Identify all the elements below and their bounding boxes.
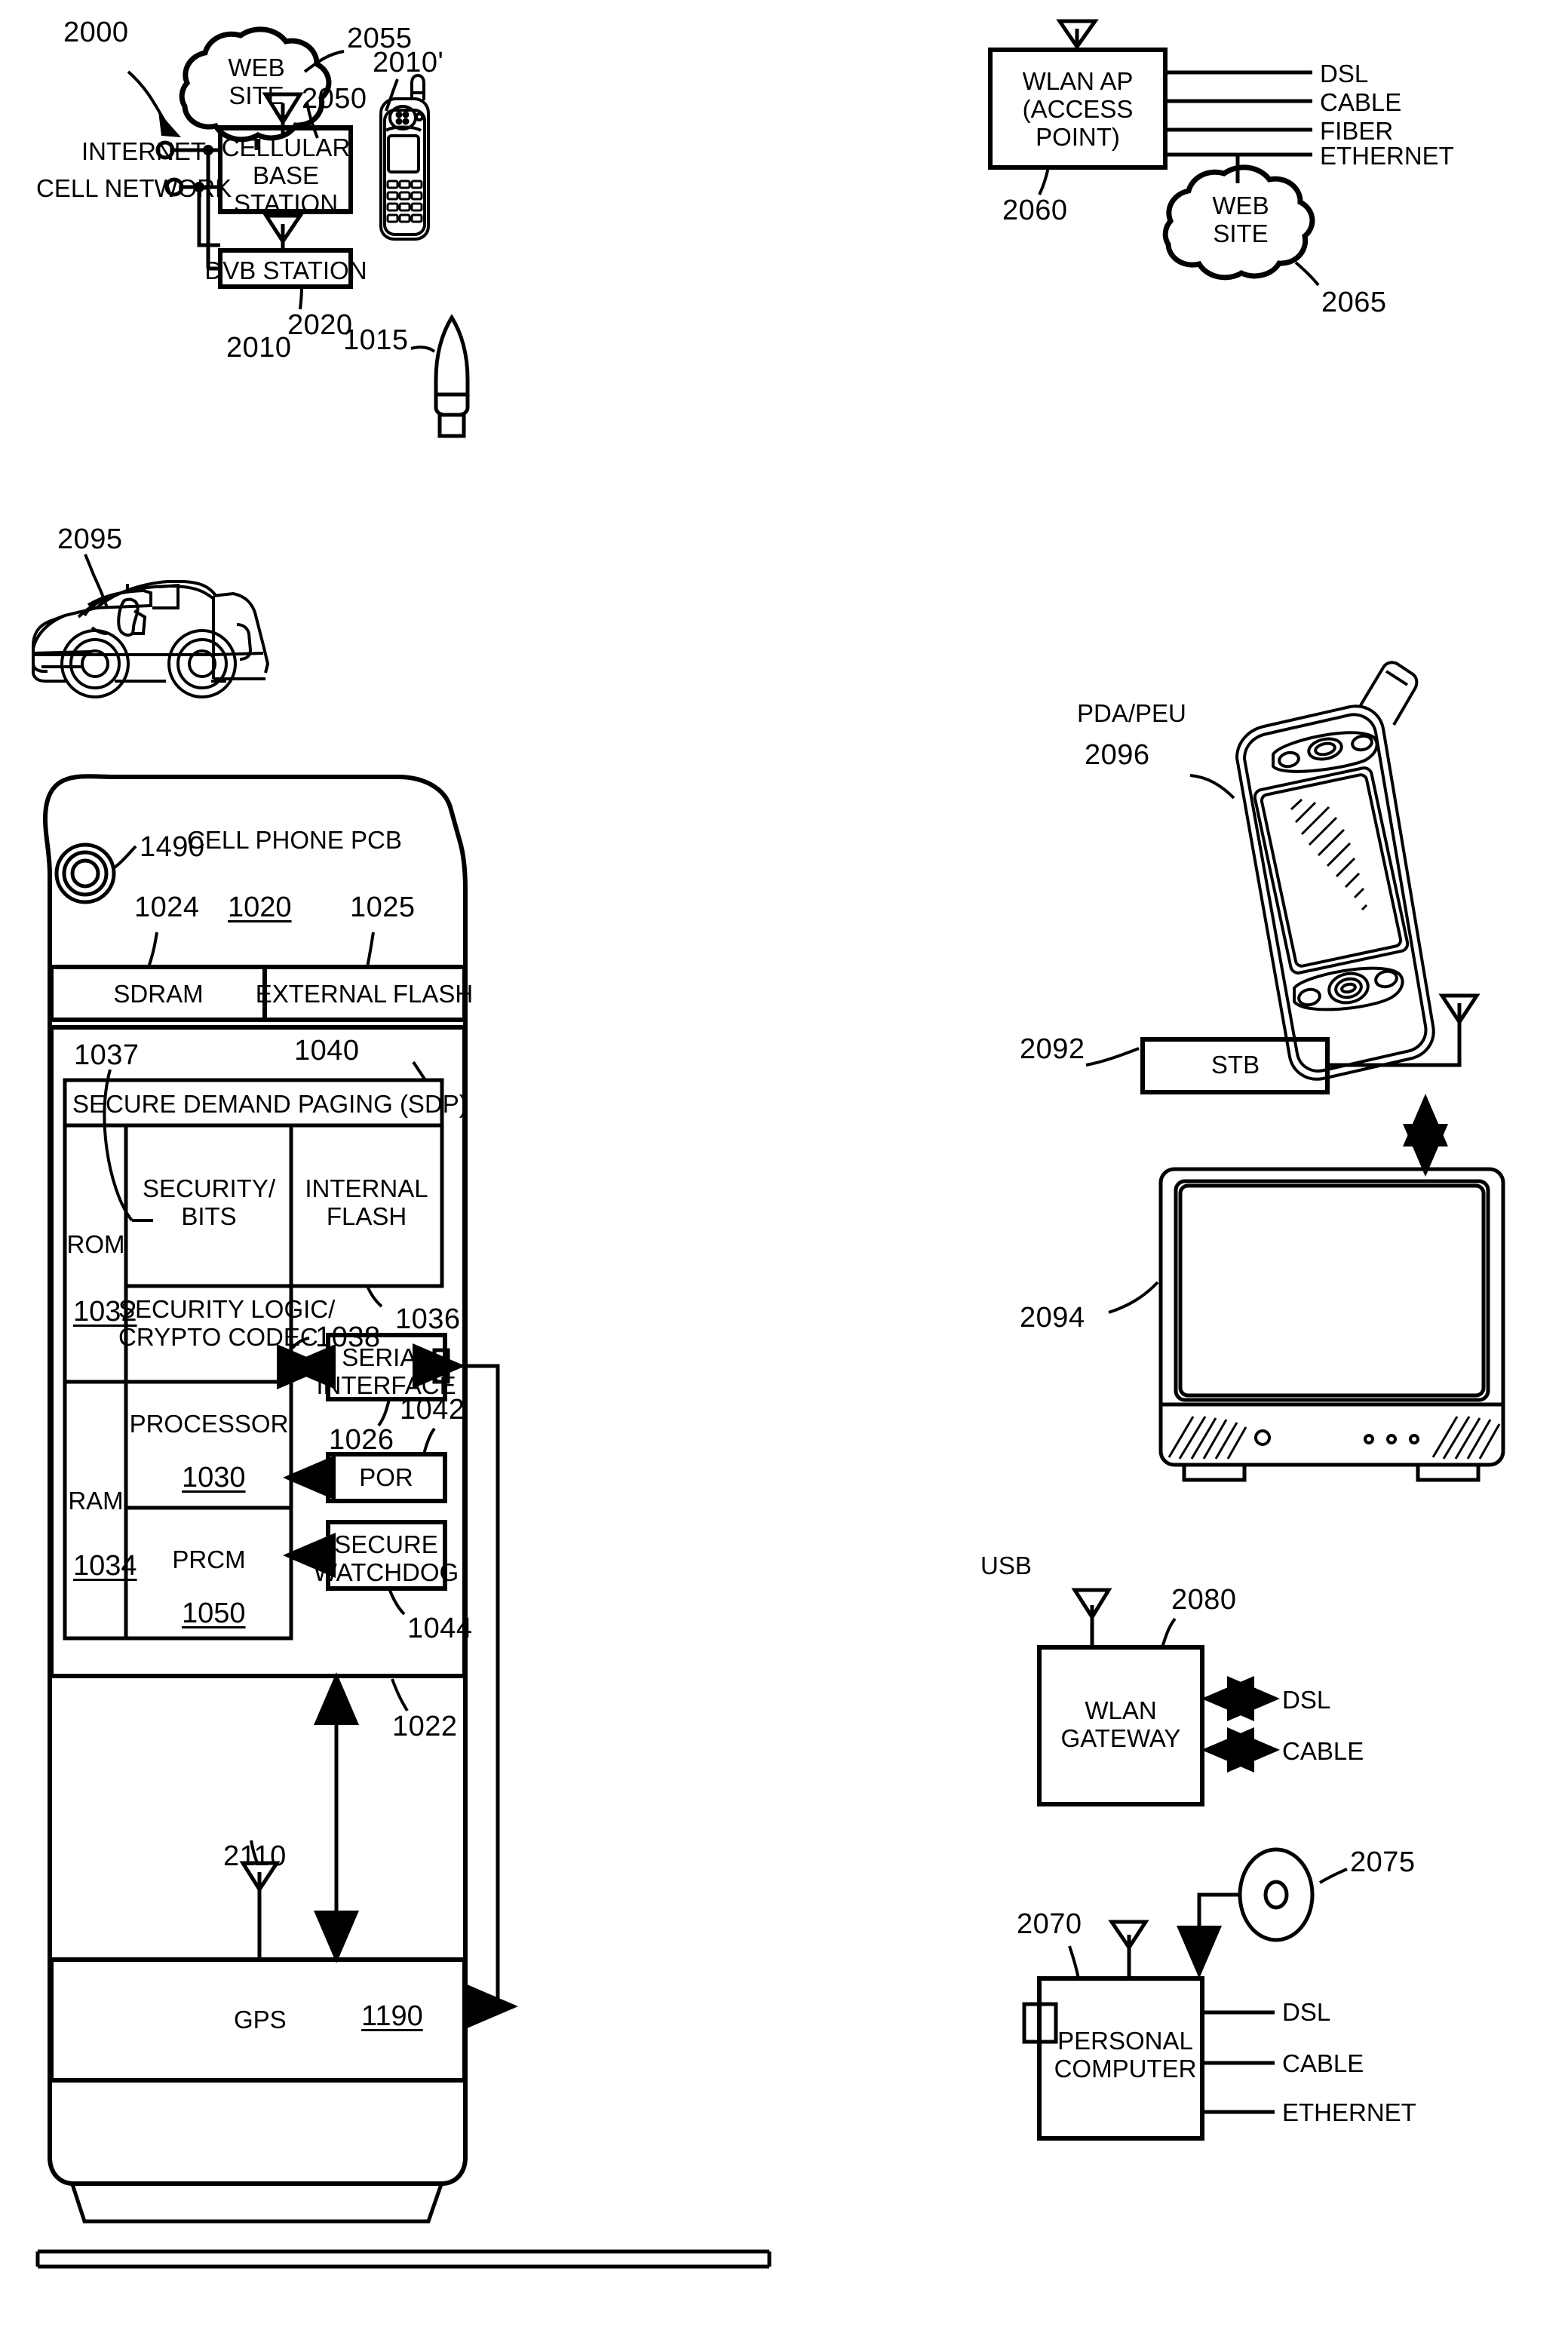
ref-2092: 2092: [1020, 1033, 1085, 1065]
sdp-label: SECURE DEMAND PAGING (SDP): [72, 1090, 468, 1118]
gateway-link-dsl: DSL: [1282, 1686, 1331, 1714]
internal-flash-label: INTERNAL FLASH: [305, 1174, 428, 1230]
ref-2075: 2075: [1350, 1846, 1416, 1878]
ref-2050: 2050: [302, 83, 367, 115]
ref-1190: 1190: [361, 2000, 423, 2032]
ref-1024: 1024: [134, 892, 200, 923]
ref-2094: 2094: [1020, 1302, 1085, 1334]
ref-2070: 2070: [1017, 1908, 1082, 1940]
ref-2010: 2010: [226, 332, 292, 364]
ref-1015: 1015: [343, 324, 409, 356]
ref-1025: 1025: [350, 892, 416, 923]
ref-1036: 1036: [395, 1303, 461, 1335]
ref-1042: 1042: [400, 1394, 465, 1426]
wlan-ap-link-ethernet: ETHERNET: [1320, 142, 1454, 170]
external-flash-label: EXTERNAL FLASH: [255, 980, 474, 1008]
ref-2010-prime: 2010': [373, 47, 444, 78]
pc-link-cable: CABLE: [1282, 2049, 1364, 2077]
ref-1026: 1026: [329, 1424, 394, 1456]
gps-label: GPS: [234, 2006, 287, 2034]
internet-terminal-label: INTERNET: [81, 137, 206, 165]
ref-1020: 1020: [228, 892, 292, 923]
dvb-station-label: DVB STATION: [204, 256, 367, 284]
wlan-gateway-label: WLAN GATEWAY: [1060, 1696, 1181, 1752]
sdram-label: SDRAM: [113, 980, 204, 1008]
handset-illustration: [379, 73, 430, 241]
pc-link-dsl: DSL: [1282, 1998, 1331, 2026]
rom-label: ROM: [66, 1230, 125, 1258]
ref-1022: 1022: [392, 1711, 458, 1742]
main-antenna-1015: [434, 314, 470, 438]
ref-1044: 1044: [407, 1613, 473, 1644]
security-bits-label: SECURITY/ BITS: [142, 1174, 276, 1230]
ram-label: RAM: [68, 1487, 124, 1515]
security-logic-label: SECURITY LOGIC/ CRYPTO CODEC: [118, 1295, 336, 1351]
figure-ref-2000: 2000: [63, 17, 129, 48]
processor-label: PROCESSOR: [129, 1410, 289, 1438]
ref-2096: 2096: [1085, 739, 1150, 771]
ref-1050: 1050: [182, 1598, 246, 1629]
cell-phone-pcb-title: CELL PHONE PCB: [187, 826, 402, 854]
pda-label: PDA/PEU: [1077, 699, 1186, 727]
por-label: POR: [359, 1463, 413, 1491]
tv-illustration: [1158, 1167, 1505, 1482]
wlan-ap-link-dsl: DSL: [1320, 60, 1369, 87]
wlan-ap-label: WLAN AP (ACCESS POINT): [1022, 67, 1134, 151]
pda-illustration: [1235, 661, 1435, 1081]
disc-media-2075: [1238, 1847, 1315, 1942]
personal-computer-label: PERSONAL COMPUTER: [1054, 2027, 1197, 2083]
stb-label: STB: [1211, 1051, 1260, 1079]
ref-1040: 1040: [294, 1035, 360, 1067]
ref-1037: 1037: [74, 1039, 140, 1071]
wlan-ap-link-cable: CABLE: [1320, 88, 1402, 116]
usb-label: USB: [980, 1552, 1032, 1579]
secure-watchdog-label: SECURE WATCHDOG: [313, 1530, 459, 1586]
cell-network-terminal-label: CELL NETWORK: [36, 174, 232, 202]
ref-2080: 2080: [1171, 1584, 1237, 1616]
pc-link-ethernet: ETHERNET: [1282, 2098, 1416, 2126]
car-illustration: [32, 580, 270, 698]
ref-2110: 2110: [223, 1840, 287, 1872]
ref-2065: 2065: [1321, 287, 1387, 318]
patent-figure: 2000 WEB SITE 2055 CELLULAR BASE STATION…: [0, 0, 1568, 2339]
speaker-1490: [54, 843, 116, 904]
ref-1030: 1030: [182, 1462, 246, 1493]
ref-2060: 2060: [1002, 195, 1068, 226]
web-site-cloud-right-label: WEB SITE: [1212, 192, 1269, 247]
serial-interface-label: SERIAL INTERFACE: [316, 1343, 456, 1399]
gateway-link-cable: CABLE: [1282, 1737, 1364, 1765]
prcm-label: PRCM: [172, 1546, 246, 1573]
ref-2095: 2095: [57, 523, 123, 555]
